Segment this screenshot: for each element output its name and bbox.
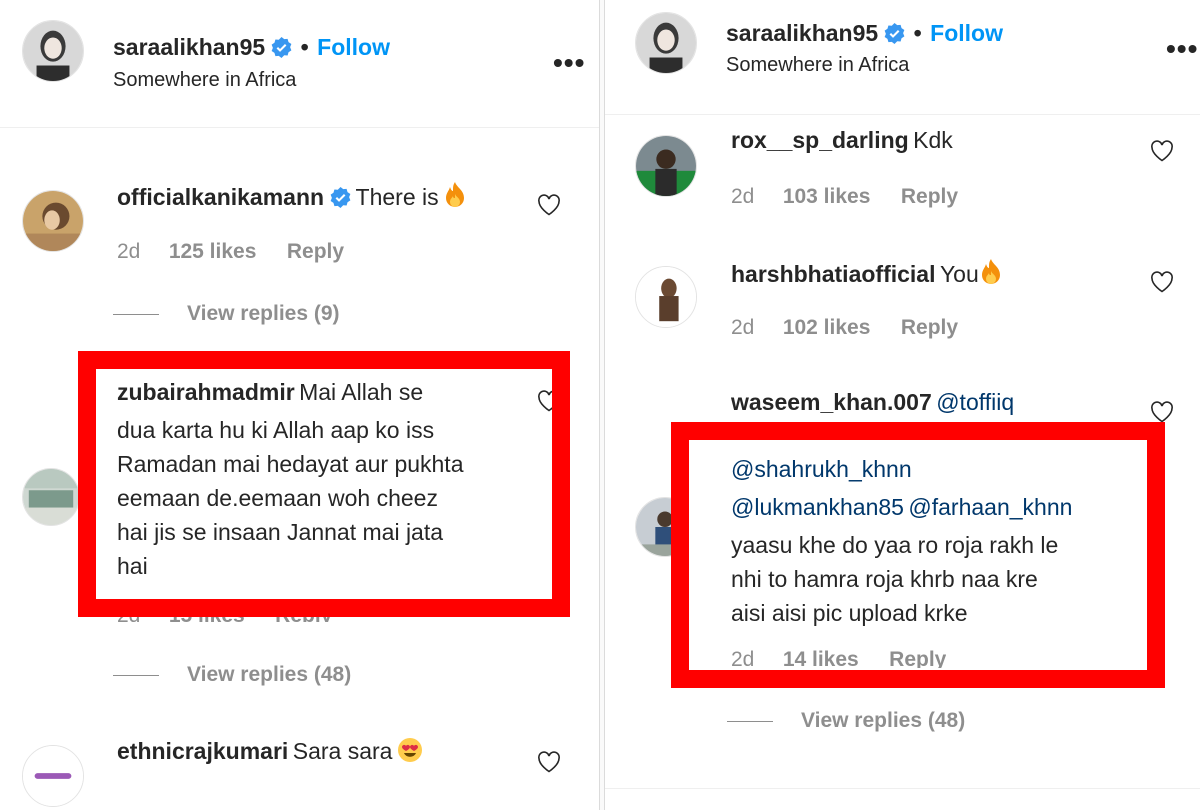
comment-time[interactable]: 2d	[731, 185, 754, 208]
replies-divider	[113, 675, 159, 676]
reply-button[interactable]: Reply	[901, 185, 958, 208]
author-avatar-image	[636, 13, 696, 73]
comment-body: officialkanikamann There is	[117, 181, 467, 211]
post-location[interactable]: Somewhere in Africa	[113, 69, 296, 92]
mention-link[interactable]: @toffiiq	[936, 389, 1014, 415]
comment-meta: 2d 102 likes Reply	[731, 316, 958, 340]
view-replies-button[interactable]: View replies (48)	[801, 709, 965, 733]
post-header-line: saraalikhan95 • Follow	[726, 20, 1003, 47]
comment-username[interactable]: harshbhatiaofficial	[731, 261, 935, 287]
commenter-avatar-image	[636, 136, 696, 196]
comment-meta: 2d 103 likes Reply	[731, 185, 958, 209]
author-username[interactable]: saraalikhan95	[113, 34, 265, 60]
commenter-avatar-image	[23, 191, 83, 251]
comment-text: There is	[355, 184, 439, 210]
heart-eyes-emoji-icon	[397, 738, 422, 762]
heart-icon[interactable]	[537, 194, 561, 216]
commenter-avatar-image	[23, 746, 83, 806]
author-avatar[interactable]	[22, 20, 84, 82]
comment-username[interactable]: officialkanikamann	[117, 184, 324, 210]
follow-button[interactable]: Follow	[930, 20, 1003, 46]
left-post-panel: saraalikhan95 • Follow Somewhere in Afri…	[0, 0, 600, 810]
commenter-avatar[interactable]	[635, 135, 697, 197]
author-username[interactable]: saraalikhan95	[726, 20, 878, 46]
replies-divider	[113, 314, 159, 315]
comment-likes[interactable]: 103 likes	[783, 185, 871, 208]
comment-body: ethnicrajkumari Sara sara	[117, 737, 423, 765]
comment-text: Kdk	[913, 127, 953, 153]
comment-text: You	[939, 261, 979, 287]
comment-body: rox__sp_darling Kdk	[731, 127, 953, 154]
red-highlight-box	[671, 422, 1165, 688]
heart-icon[interactable]	[537, 751, 561, 773]
commenter-avatar-image	[636, 267, 696, 327]
heart-icon[interactable]	[1150, 401, 1174, 423]
comment-username[interactable]: rox__sp_darling	[731, 127, 909, 153]
comment-username[interactable]: ethnicrajkumari	[117, 738, 288, 764]
post-location[interactable]: Somewhere in Africa	[726, 54, 909, 77]
more-options-icon[interactable]: •••	[553, 47, 585, 79]
reply-button[interactable]: Reply	[287, 240, 344, 263]
comment-meta: 2d 125 likes Reply	[117, 240, 344, 264]
header-separator: •	[913, 20, 922, 46]
fire-emoji-icon	[446, 182, 465, 207]
commenter-avatar[interactable]	[22, 468, 80, 526]
verified-badge-icon	[330, 187, 351, 208]
footer-divider	[605, 788, 1200, 789]
header-divider	[605, 114, 1200, 115]
commenter-avatar[interactable]	[22, 745, 84, 807]
heart-icon[interactable]	[1150, 271, 1174, 293]
author-avatar-image	[23, 21, 83, 81]
comment-username[interactable]: waseem_khan.007	[731, 389, 932, 415]
comment-likes[interactable]: 125 likes	[169, 240, 257, 263]
post-header-line: saraalikhan95 • Follow	[113, 34, 390, 61]
header-divider	[0, 127, 599, 128]
verified-badge-icon	[271, 37, 292, 58]
comment-time[interactable]: 2d	[731, 316, 754, 339]
reply-button[interactable]: Reply	[901, 316, 958, 339]
fire-emoji-icon	[981, 259, 1000, 284]
comment-likes[interactable]: 102 likes	[783, 316, 871, 339]
follow-button[interactable]: Follow	[317, 34, 390, 60]
header-separator: •	[300, 34, 309, 60]
heart-icon[interactable]	[1150, 140, 1174, 162]
commenter-avatar[interactable]	[635, 266, 697, 328]
commenter-avatar-image	[23, 469, 79, 525]
view-replies-button[interactable]: View replies (48)	[187, 663, 351, 687]
more-options-icon[interactable]: •••	[1166, 33, 1198, 65]
comment-body: harshbhatiaofficial You	[731, 258, 1003, 288]
comment-text: Sara sara	[292, 738, 393, 764]
comment-body: waseem_khan.007 @toffiiq	[731, 389, 1014, 416]
author-avatar[interactable]	[635, 12, 697, 74]
comment-time[interactable]: 2d	[117, 240, 140, 263]
view-replies-button[interactable]: View replies (9)	[187, 302, 340, 326]
red-highlight-box	[78, 351, 570, 617]
commenter-avatar[interactable]	[22, 190, 84, 252]
right-post-panel: saraalikhan95 • Follow Somewhere in Afri…	[604, 0, 1200, 810]
replies-divider	[727, 721, 773, 722]
verified-badge-icon	[884, 23, 905, 44]
